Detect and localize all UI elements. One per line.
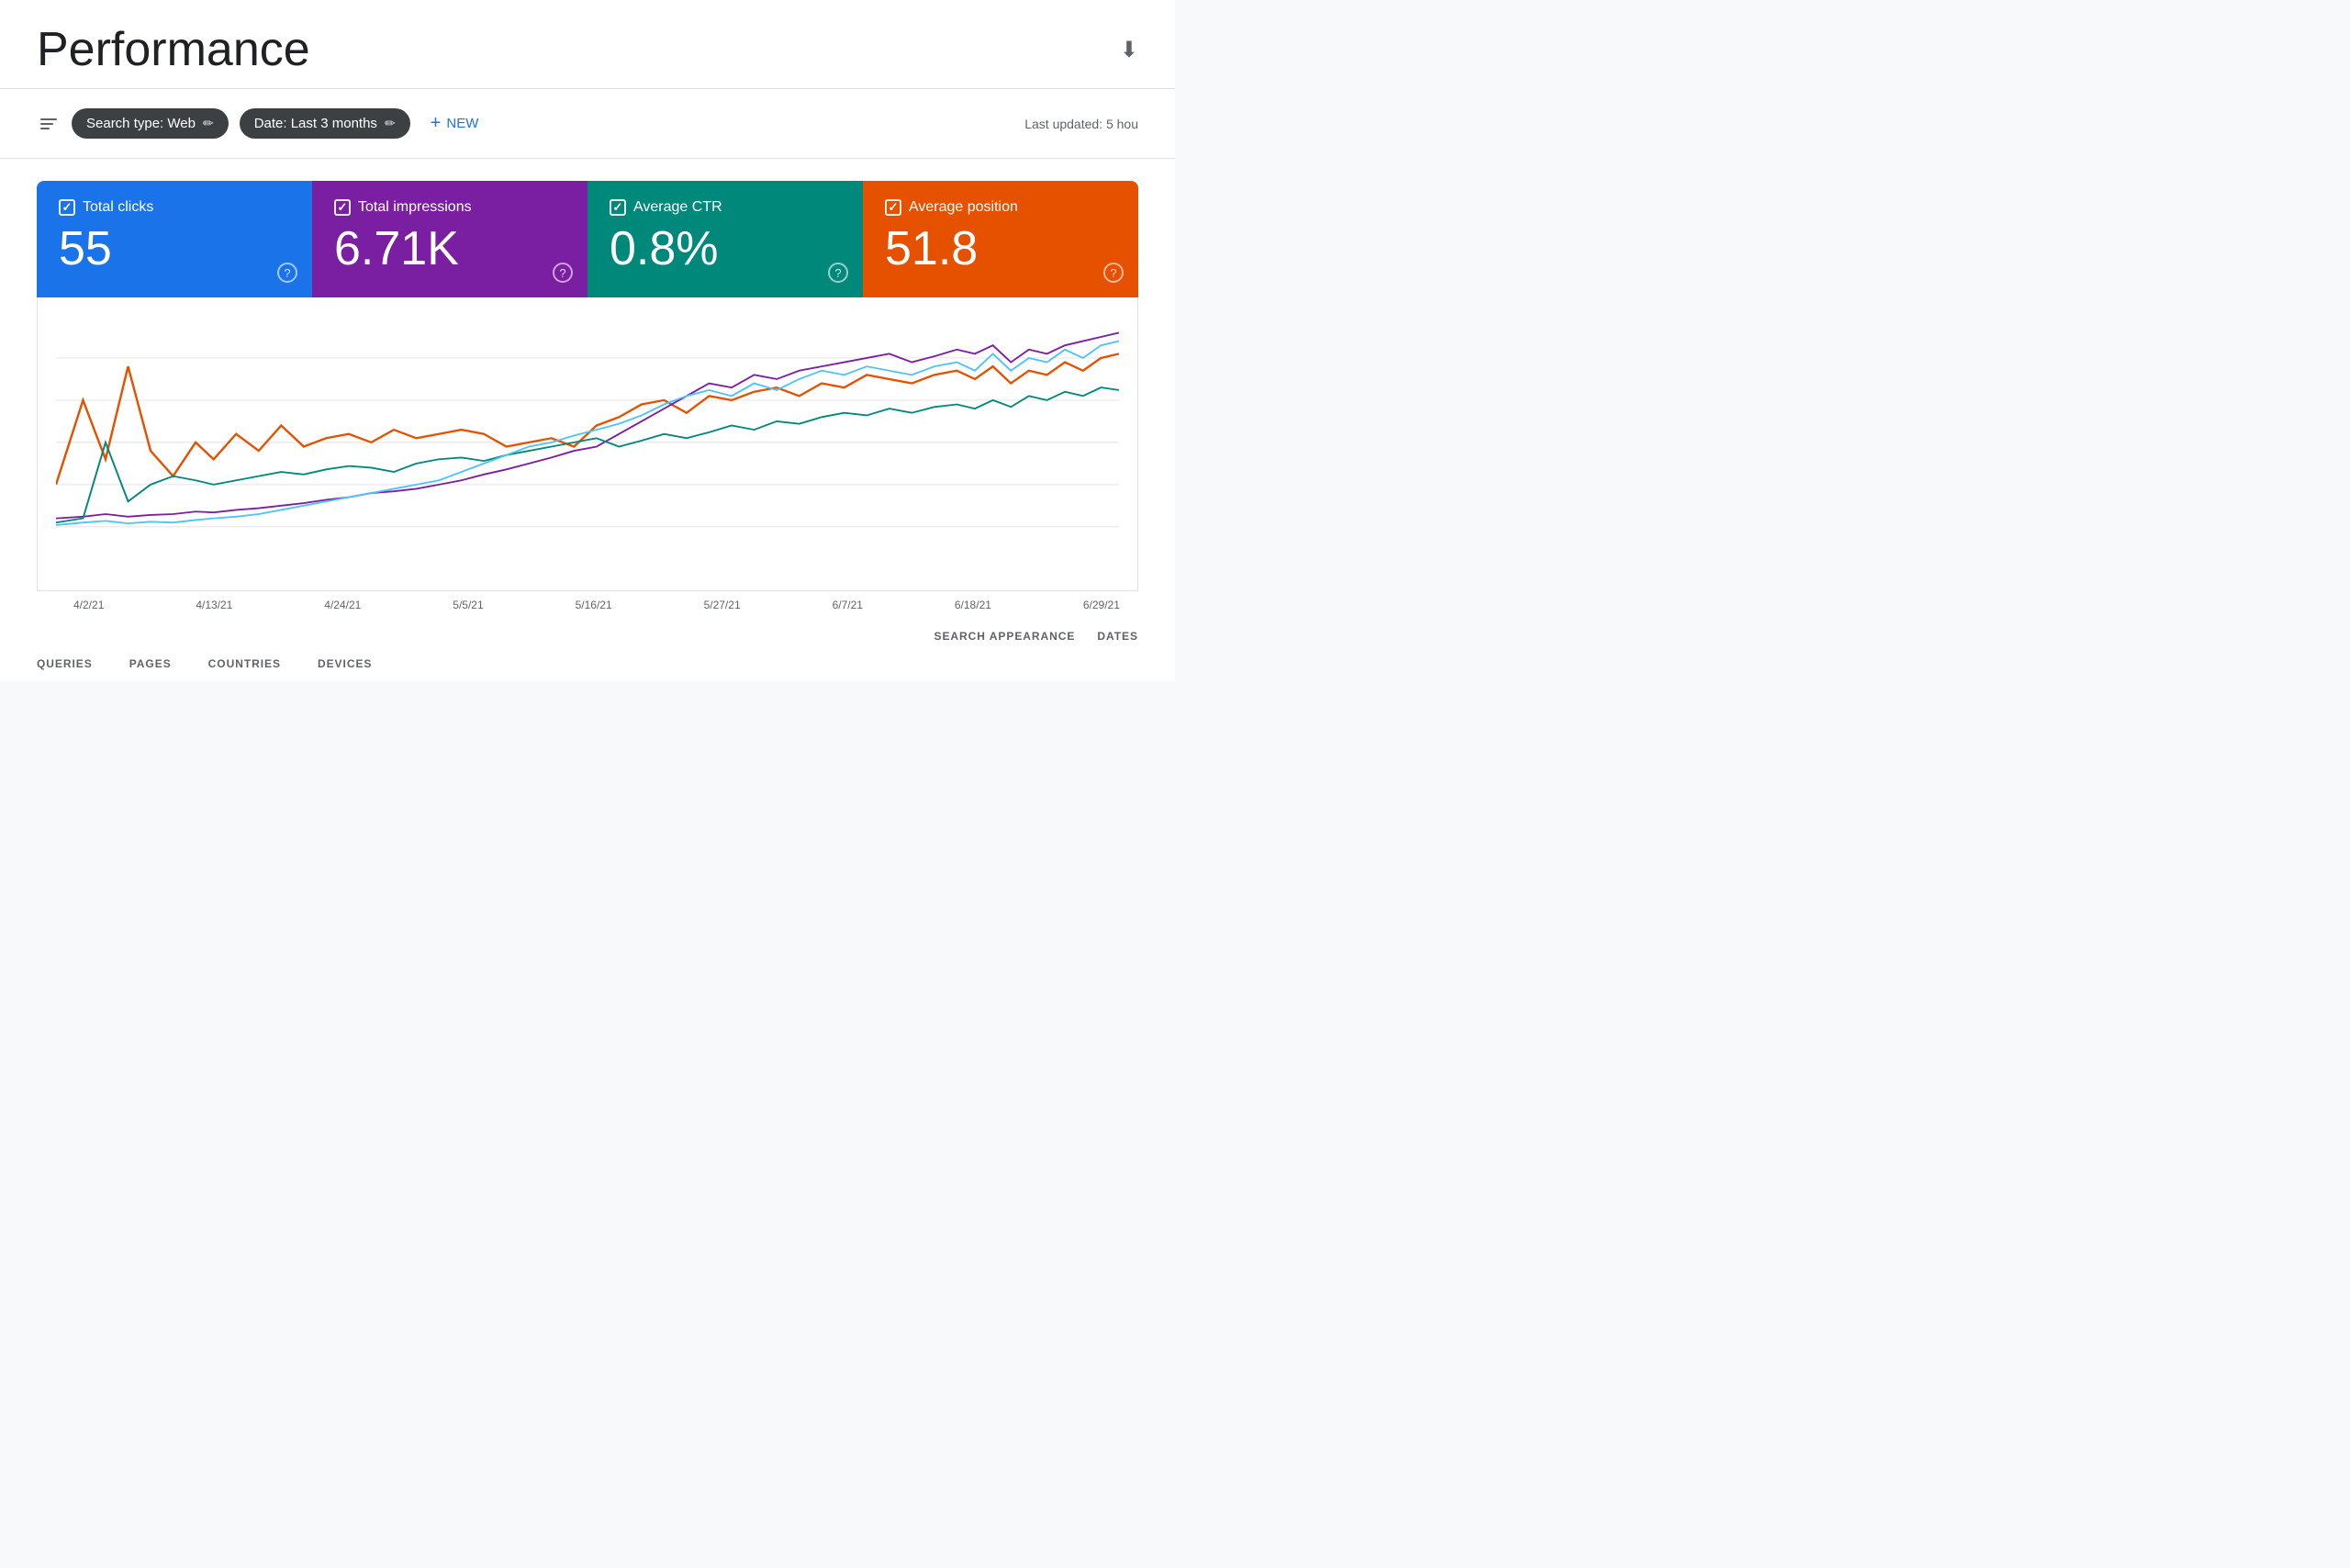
toolbar: Search type: Web ✏ Date: Last 3 months ✏… [0, 89, 1175, 159]
new-button-label: NEW [446, 116, 478, 131]
plus-icon: + [431, 113, 442, 134]
tab-queries[interactable]: QUERIES [37, 654, 93, 674]
x-label-8: 6/29/21 [1083, 599, 1120, 611]
x-axis-labels: 4/2/21 4/13/21 4/24/21 5/5/21 5/16/21 5/… [37, 591, 1138, 611]
page-wrapper: Performance ⬇ Search type: Web ✏ Date: L… [0, 0, 1175, 681]
x-label-6: 6/7/21 [833, 599, 863, 611]
impressions-label-text: Total impressions [358, 199, 472, 216]
position-checkbox[interactable] [885, 199, 901, 216]
performance-chart [56, 316, 1119, 535]
ctr-checkbox[interactable] [610, 199, 626, 216]
clicks-help-icon[interactable]: ? [277, 263, 297, 283]
position-label-text: Average position [909, 199, 1018, 216]
ctr-label-text: Average CTR [633, 199, 722, 216]
tab-row: SEARCH APPEARANCE DATES [0, 611, 1175, 646]
date-label: Date: Last 3 months [254, 116, 377, 131]
edit-search-type-icon: ✏ [203, 116, 214, 131]
metric-card-clicks[interactable]: Total clicks 55 ? [37, 181, 312, 297]
filter-icon[interactable] [37, 115, 61, 133]
metric-label-impressions: Total impressions [334, 199, 565, 216]
tab-search-appearance[interactable]: SEARCH APPEARANCE [934, 626, 1076, 646]
clicks-value: 55 [59, 223, 290, 275]
metric-label-position: Average position [885, 199, 1116, 216]
page-title: Performance [37, 22, 310, 77]
tab-devices[interactable]: DEVICES [318, 654, 372, 674]
x-label-5: 5/27/21 [704, 599, 741, 611]
new-filter-button[interactable]: + NEW [421, 106, 488, 141]
metric-label-ctr: Average CTR [610, 199, 841, 216]
position-help-icon[interactable]: ? [1103, 263, 1124, 283]
metric-label-clicks: Total clicks [59, 199, 290, 216]
x-label-1: 4/13/21 [196, 599, 232, 611]
position-value: 51.8 [885, 223, 1116, 275]
last-updated: Last updated: 5 hou [1024, 117, 1138, 131]
metric-card-position[interactable]: Average position 51.8 ? [863, 181, 1138, 297]
x-label-7: 6/18/21 [955, 599, 991, 611]
search-type-chip[interactable]: Search type: Web ✏ [72, 108, 229, 139]
impressions-help-icon[interactable]: ? [553, 263, 573, 283]
clicks-checkbox[interactable] [59, 199, 75, 216]
edit-date-icon: ✏ [385, 116, 396, 131]
tab-pages[interactable]: PAGES [129, 654, 172, 674]
search-type-label: Search type: Web [86, 116, 196, 131]
x-label-4: 5/16/21 [576, 599, 612, 611]
metric-card-impressions[interactable]: Total impressions 6.71K ? [312, 181, 588, 297]
tab-dates[interactable]: DATES [1097, 626, 1138, 646]
metrics-row: Total clicks 55 ? Total impressions 6.71… [37, 181, 1138, 297]
x-label-0: 4/2/21 [73, 599, 104, 611]
bottom-tabs: QUERIES PAGES COUNTRIES DEVICES [0, 646, 1175, 681]
date-chip[interactable]: Date: Last 3 months ✏ [240, 108, 410, 139]
tab-countries[interactable]: COUNTRIES [208, 654, 281, 674]
x-label-2: 4/24/21 [324, 599, 361, 611]
ctr-help-icon[interactable]: ? [828, 263, 848, 283]
download-icon[interactable]: ⬇ [1120, 37, 1138, 63]
impressions-checkbox[interactable] [334, 199, 351, 216]
impressions-value: 6.71K [334, 223, 565, 275]
ctr-value: 0.8% [610, 223, 841, 275]
x-label-3: 5/5/21 [453, 599, 483, 611]
header: Performance ⬇ [0, 0, 1175, 89]
clicks-label-text: Total clicks [83, 199, 153, 216]
chart-area [37, 297, 1138, 591]
metric-card-ctr[interactable]: Average CTR 0.8% ? [588, 181, 863, 297]
